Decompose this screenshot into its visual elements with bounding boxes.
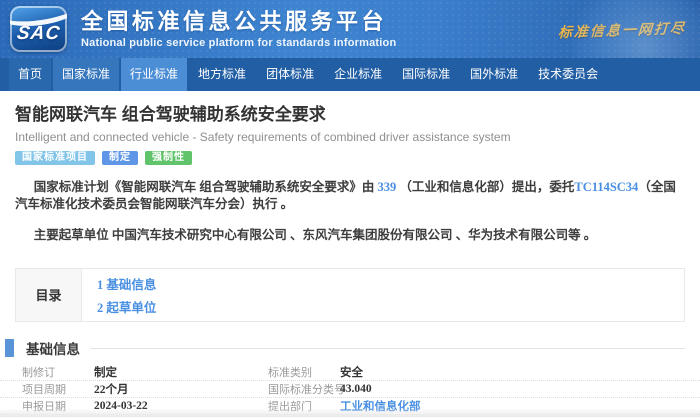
info-link-proposing-department[interactable]: 工业和信息化部	[340, 398, 700, 414]
info-value-project-cycle: 22个月	[94, 381, 268, 397]
link-tc114sc34[interactable]: TC114SC34	[574, 180, 638, 194]
info-value-ics-number: 43.040	[340, 383, 700, 395]
standard-title-english: Intelligent and connected vehicle - Safe…	[0, 126, 700, 144]
info-value-revision-type: 制定	[94, 364, 268, 380]
basic-info-section: 基础信息 制修订 制定 标准类别 安全 项目周期 22个月 国际标准分类号 43…	[0, 339, 700, 417]
nav-item-technical-committee[interactable]: 技术委员会	[529, 58, 607, 91]
section-accent-bar	[5, 339, 14, 357]
table-row: 制修订 制定 标准类别 安全	[0, 364, 700, 381]
info-label-revision-type: 制修订	[22, 364, 94, 380]
toc-label: 目录	[16, 269, 82, 321]
info-label-standard-category: 标准类别	[268, 364, 340, 380]
tag-formulate: 制定	[102, 151, 138, 165]
nav-item-enterprise-standards[interactable]: 企业标准	[325, 58, 391, 91]
site-title-block: 全国标准信息公共服务平台 National public service pla…	[81, 9, 396, 49]
site-header: SAC 全国标准信息公共服务平台 National public service…	[0, 0, 700, 58]
site-subtitle: National public service platform for sta…	[81, 37, 396, 49]
site-slogan-calligraphy: 标准信息一网打尽	[557, 18, 686, 43]
nav-item-industry-standards[interactable]: 行业标准	[121, 58, 187, 91]
standard-title: 智能网联汽车 组合驾驶辅助系统安全要求	[0, 91, 700, 126]
basic-info-title: 基础信息	[26, 338, 80, 358]
basic-info-table: 制修订 制定 标准类别 安全 项目周期 22个月 国际标准分类号 43.040 …	[0, 364, 700, 417]
sac-logo[interactable]: SAC	[10, 6, 67, 52]
tag-mandatory: 强制性	[145, 151, 192, 165]
logo-text: SAC	[15, 23, 61, 45]
info-label-ics-number: 国际标准分类号	[268, 381, 340, 397]
info-label-declare-date: 申报日期	[22, 398, 94, 414]
info-value-standard-category: 安全	[340, 364, 700, 380]
nav-item-national-standards[interactable]: 国家标准	[53, 58, 119, 91]
plan-description-paragraph: 国家标准计划《智能网联汽车 组合驾驶辅助系统安全要求》由 339 （工业和信息化…	[15, 179, 685, 213]
site-title: 全国标准信息公共服务平台	[81, 9, 396, 35]
toc-links: 1 基础信息 2 起草单位	[82, 269, 156, 321]
tag-national-standard-project: 国家标准项目	[15, 151, 95, 165]
tag-row: 国家标准项目 制定 强制性	[0, 144, 700, 165]
nav-item-group-standards[interactable]: 团体标准	[257, 58, 323, 91]
standards-platform-page: SAC 全国标准信息公共服务平台 National public service…	[0, 0, 700, 417]
drafting-units-paragraph: 主要起草单位 中国汽车技术研究中心有限公司 、东风汽车集团股份有限公司 、华为技…	[15, 227, 685, 244]
main-nav: 首页 国家标准 行业标准 地方标准 团体标准 企业标准 国际标准 国外标准 技术…	[0, 58, 700, 91]
table-row: 申报日期 2024-03-22 提出部门 工业和信息化部	[0, 398, 700, 415]
nav-item-international-standards[interactable]: 国际标准	[393, 58, 459, 91]
toc-box: 目录 1 基础信息 2 起草单位	[15, 268, 685, 322]
toc-link-drafting-units[interactable]: 2 起草单位	[97, 297, 156, 316]
paragraph1-text-1: 国家标准计划《智能网联汽车 组合驾驶辅助系统安全要求》由	[34, 180, 378, 194]
info-label-proposing-department: 提出部门	[268, 398, 340, 414]
info-value-declare-date: 2024-03-22	[94, 400, 268, 412]
paragraph1-text-2: （工业和信息化部）提出，委托	[396, 180, 574, 194]
nav-item-foreign-standards[interactable]: 国外标准	[461, 58, 527, 91]
nav-item-local-standards[interactable]: 地方标准	[189, 58, 255, 91]
info-label-project-cycle: 项目周期	[22, 381, 94, 397]
toc-link-basic-info[interactable]: 1 基础信息	[97, 274, 156, 293]
link-department-339[interactable]: 339	[378, 180, 397, 194]
nav-item-home[interactable]: 首页	[9, 58, 51, 91]
basic-info-header: 基础信息	[0, 339, 700, 358]
section-divider-line	[90, 348, 685, 349]
table-row: 项目周期 22个月 国际标准分类号 43.040	[0, 381, 700, 398]
